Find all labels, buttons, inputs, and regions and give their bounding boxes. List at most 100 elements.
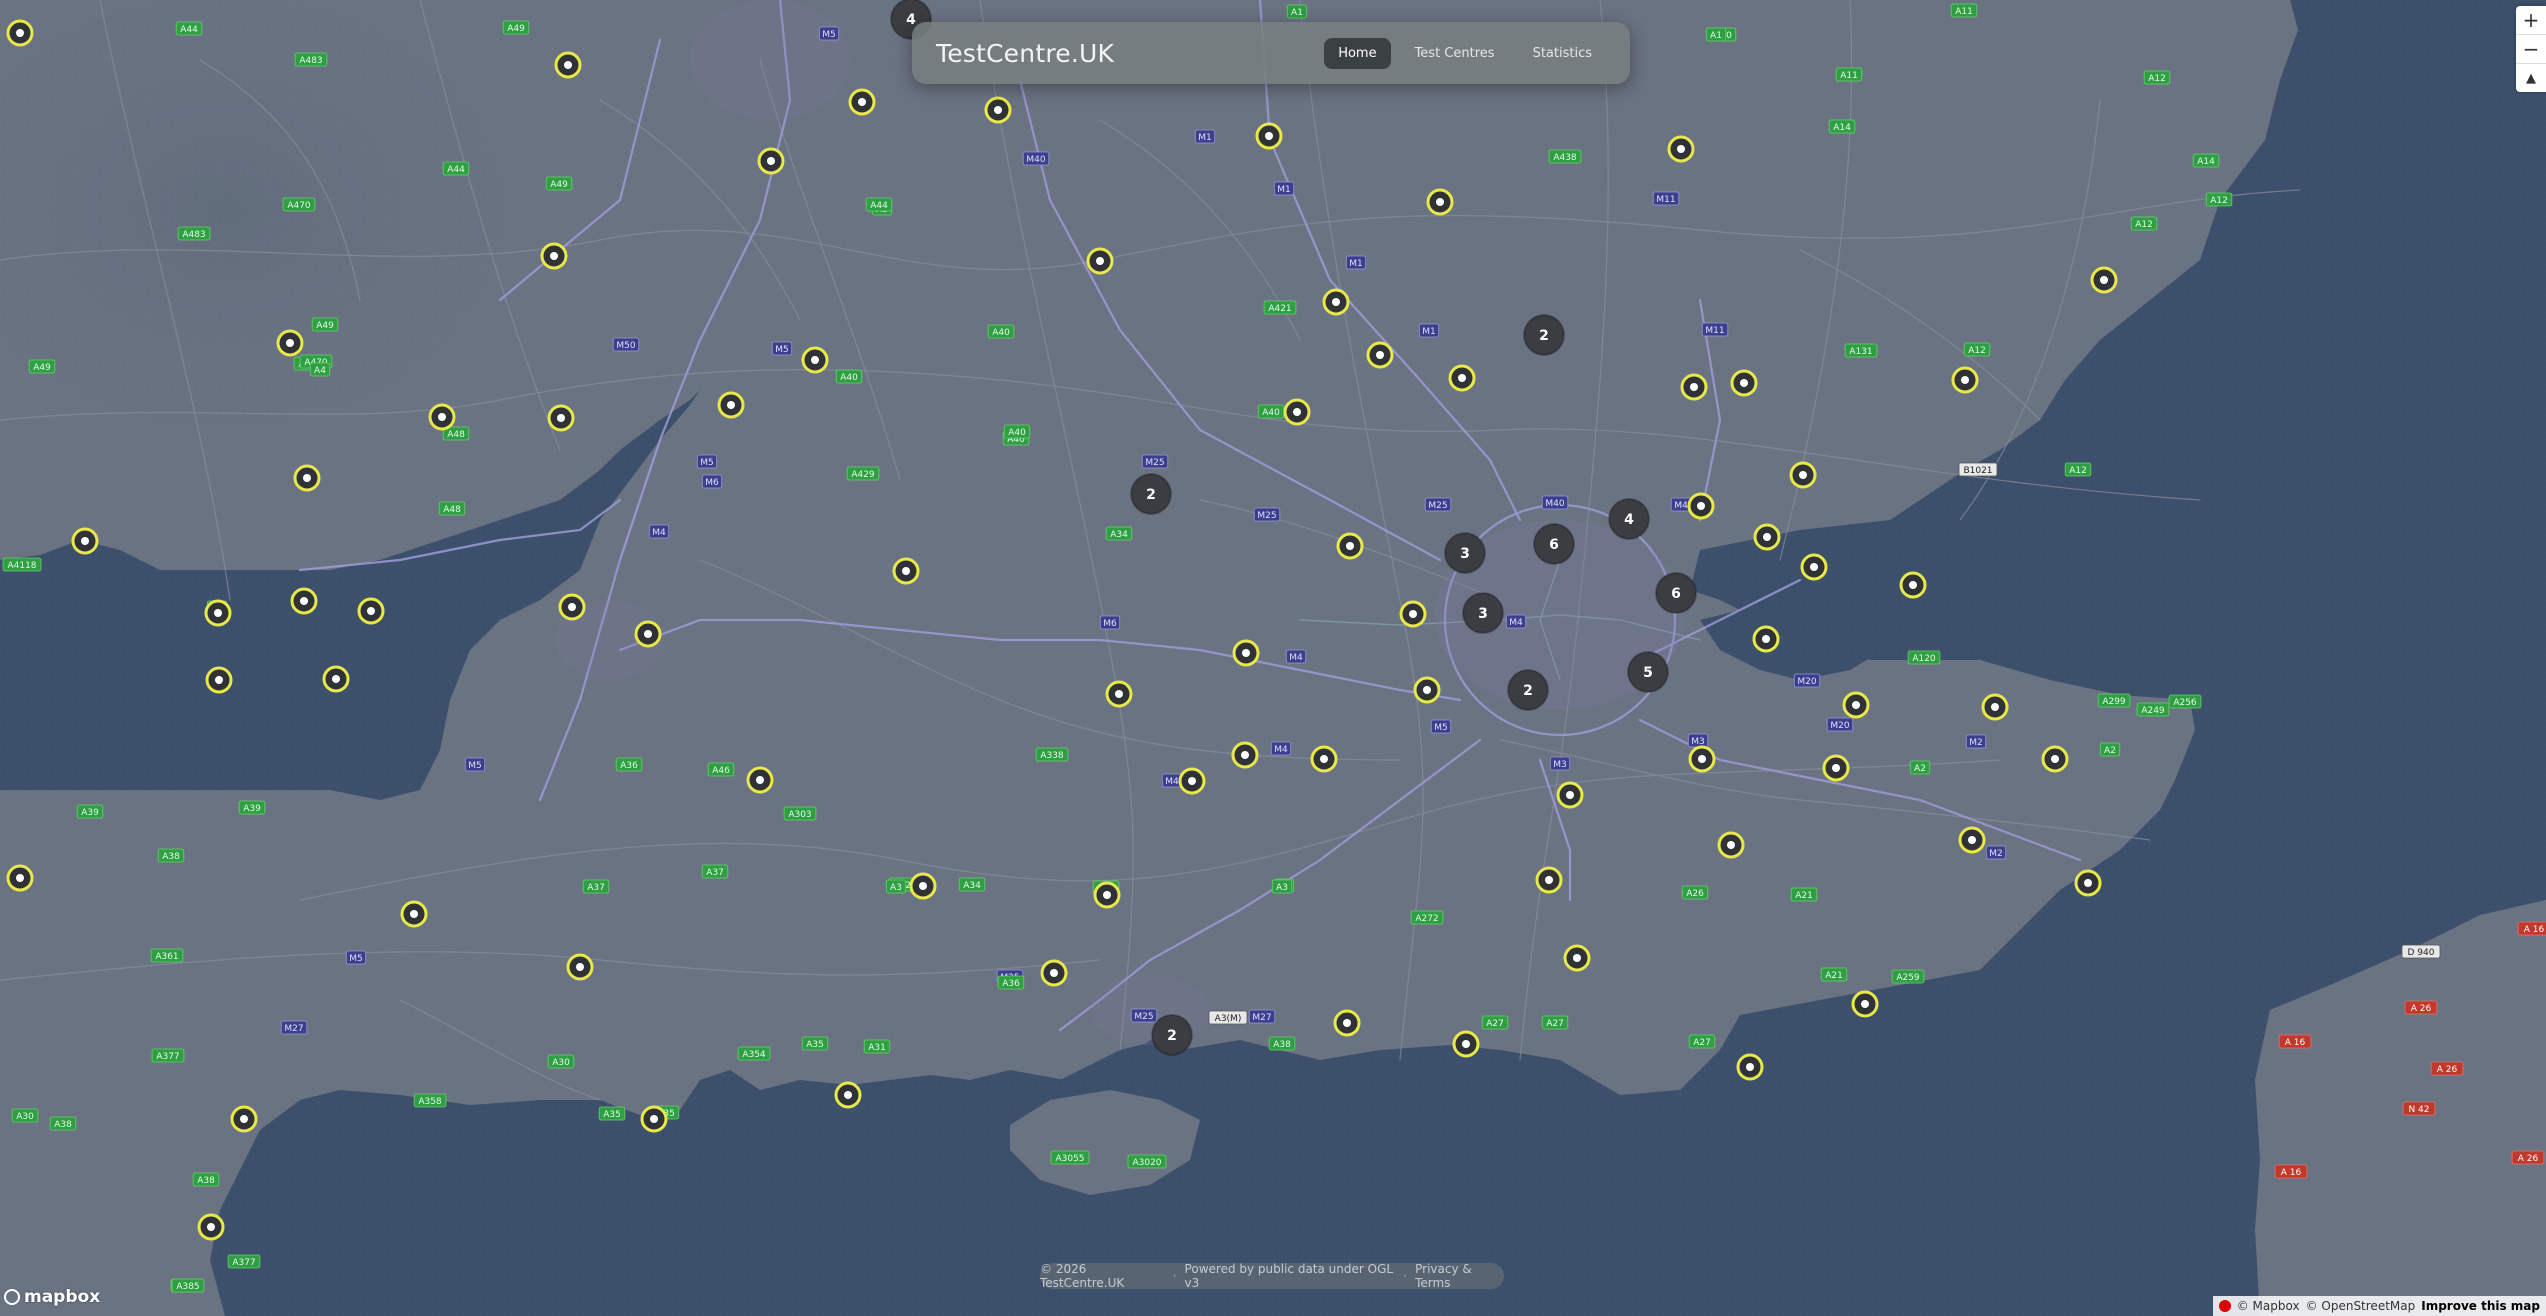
test-centre-marker[interactable] bbox=[1178, 767, 1206, 795]
cluster-marker[interactable]: 6 bbox=[1655, 572, 1697, 614]
road-shield-text: A3 bbox=[1276, 883, 1288, 893]
test-centre-marker[interactable] bbox=[1399, 600, 1427, 628]
test-centre-marker[interactable] bbox=[1951, 366, 1979, 394]
test-centre-marker[interactable] bbox=[1255, 122, 1283, 150]
test-centre-marker[interactable] bbox=[290, 587, 318, 615]
nav-test-centres[interactable]: Test Centres bbox=[1401, 38, 1509, 69]
test-centre-marker[interactable] bbox=[834, 1081, 862, 1109]
test-centre-marker[interactable] bbox=[1283, 398, 1311, 426]
test-centre-marker[interactable] bbox=[1310, 745, 1338, 773]
attribution-mapbox[interactable]: © Mapbox bbox=[2237, 1299, 2300, 1313]
test-centre-marker[interactable] bbox=[1105, 680, 1133, 708]
test-centre-marker[interactable] bbox=[1535, 866, 1563, 894]
test-centre-marker[interactable] bbox=[1688, 745, 1716, 773]
test-centre-marker[interactable] bbox=[1452, 1030, 1480, 1058]
test-centre-marker[interactable] bbox=[1958, 826, 1986, 854]
marker-dot bbox=[994, 106, 1002, 114]
compass-icon[interactable]: ▲ bbox=[2516, 64, 2546, 92]
test-centre-marker[interactable] bbox=[205, 666, 233, 694]
cluster-marker[interactable]: 3 bbox=[1444, 532, 1486, 574]
test-centre-marker[interactable] bbox=[1426, 188, 1454, 216]
test-centre-marker[interactable] bbox=[1752, 625, 1780, 653]
test-centre-marker[interactable] bbox=[1040, 959, 1068, 987]
test-centre-marker[interactable] bbox=[554, 51, 582, 79]
mapbox-logo[interactable]: mapbox bbox=[4, 1287, 100, 1307]
test-centre-marker[interactable] bbox=[1899, 571, 1927, 599]
test-centre-marker[interactable] bbox=[1800, 553, 1828, 581]
test-centre-marker[interactable] bbox=[1556, 781, 1584, 809]
test-centre-marker[interactable] bbox=[428, 403, 456, 431]
test-centre-marker[interactable] bbox=[717, 391, 745, 419]
test-centre-marker[interactable] bbox=[293, 464, 321, 492]
test-centre-marker[interactable] bbox=[801, 346, 829, 374]
cluster-marker[interactable]: 4 bbox=[1608, 498, 1650, 540]
test-centre-marker[interactable] bbox=[1753, 523, 1781, 551]
test-centre-marker[interactable] bbox=[1851, 990, 1879, 1018]
nav-statistics[interactable]: Statistics bbox=[1519, 38, 1606, 69]
test-centre-marker[interactable] bbox=[566, 953, 594, 981]
road-shield-primary: A37 bbox=[701, 864, 729, 879]
test-centre-marker[interactable] bbox=[984, 96, 1012, 124]
test-centre-marker[interactable] bbox=[1717, 831, 1745, 859]
cluster-marker[interactable]: 5 bbox=[1627, 651, 1669, 693]
test-centre-marker[interactable] bbox=[634, 620, 662, 648]
test-centre-marker[interactable] bbox=[1822, 754, 1850, 782]
zoom-out-button[interactable]: − bbox=[2516, 35, 2546, 64]
brand-logo[interactable]: TestCentre.UK bbox=[936, 39, 1324, 68]
test-centre-marker[interactable] bbox=[1736, 1053, 1764, 1081]
test-centre-marker[interactable] bbox=[230, 1105, 258, 1133]
test-centre-marker[interactable] bbox=[2041, 745, 2069, 773]
attribution-improve-link[interactable]: Improve this map bbox=[2421, 1299, 2540, 1313]
test-centre-marker[interactable] bbox=[1730, 369, 1758, 397]
test-centre-marker[interactable] bbox=[6, 864, 34, 892]
test-centre-marker[interactable] bbox=[276, 329, 304, 357]
map-canvas[interactable]: M5M1M40M1M1M1M11M11M50 M5M5M40M40M25M25M2… bbox=[0, 0, 2546, 1316]
test-centre-marker[interactable] bbox=[1231, 741, 1259, 769]
test-centre-marker[interactable] bbox=[1093, 881, 1121, 909]
test-centre-marker[interactable] bbox=[909, 872, 937, 900]
test-centre-marker[interactable] bbox=[848, 88, 876, 116]
test-centre-marker[interactable] bbox=[1366, 341, 1394, 369]
zoom-in-button[interactable]: + bbox=[2516, 6, 2546, 35]
test-centre-marker[interactable] bbox=[1322, 288, 1350, 316]
test-centre-marker[interactable] bbox=[892, 557, 920, 585]
test-centre-marker[interactable] bbox=[757, 147, 785, 175]
test-centre-marker[interactable] bbox=[1232, 639, 1260, 667]
test-centre-marker[interactable] bbox=[746, 766, 774, 794]
test-centre-marker[interactable] bbox=[400, 900, 428, 928]
nav-home[interactable]: Home bbox=[1324, 37, 1391, 69]
cluster-marker[interactable]: 2 bbox=[1151, 1014, 1193, 1056]
test-centre-marker[interactable] bbox=[357, 597, 385, 625]
test-centre-marker[interactable] bbox=[1413, 676, 1441, 704]
cluster-marker[interactable]: 2 bbox=[1523, 314, 1565, 356]
test-centre-marker[interactable] bbox=[1667, 135, 1695, 163]
test-centre-marker[interactable] bbox=[1333, 1009, 1361, 1037]
test-centre-marker[interactable] bbox=[1687, 492, 1715, 520]
test-centre-marker[interactable] bbox=[1789, 461, 1817, 489]
test-centre-marker[interactable] bbox=[1680, 373, 1708, 401]
test-centre-marker[interactable] bbox=[547, 404, 575, 432]
cluster-marker[interactable]: 2 bbox=[1130, 473, 1172, 515]
test-centre-marker[interactable] bbox=[1086, 247, 1114, 275]
cluster-marker[interactable]: 2 bbox=[1507, 669, 1549, 711]
test-centre-marker[interactable] bbox=[204, 599, 232, 627]
test-centre-marker[interactable] bbox=[6, 19, 34, 47]
test-centre-marker[interactable] bbox=[1336, 532, 1364, 560]
test-centre-marker[interactable] bbox=[1563, 944, 1591, 972]
test-centre-marker[interactable] bbox=[2090, 266, 2118, 294]
cluster-marker[interactable]: 3 bbox=[1462, 592, 1504, 634]
cluster-marker[interactable]: 6 bbox=[1533, 523, 1575, 565]
test-centre-marker[interactable] bbox=[2074, 869, 2102, 897]
test-centre-marker[interactable] bbox=[1448, 364, 1476, 392]
footer-privacy-link[interactable]: Privacy & Terms bbox=[1415, 1262, 1504, 1290]
test-centre-marker[interactable] bbox=[1981, 693, 2009, 721]
test-centre-marker[interactable] bbox=[71, 527, 99, 555]
test-centre-marker[interactable] bbox=[558, 593, 586, 621]
test-centre-marker[interactable] bbox=[322, 665, 350, 693]
test-centre-marker[interactable] bbox=[197, 1213, 225, 1241]
attribution-osm[interactable]: © OpenStreetMap bbox=[2306, 1299, 2416, 1313]
test-centre-marker[interactable] bbox=[640, 1105, 668, 1133]
test-centre-marker[interactable] bbox=[1842, 691, 1870, 719]
info-icon[interactable] bbox=[2218, 1300, 2231, 1312]
test-centre-marker[interactable] bbox=[540, 242, 568, 270]
